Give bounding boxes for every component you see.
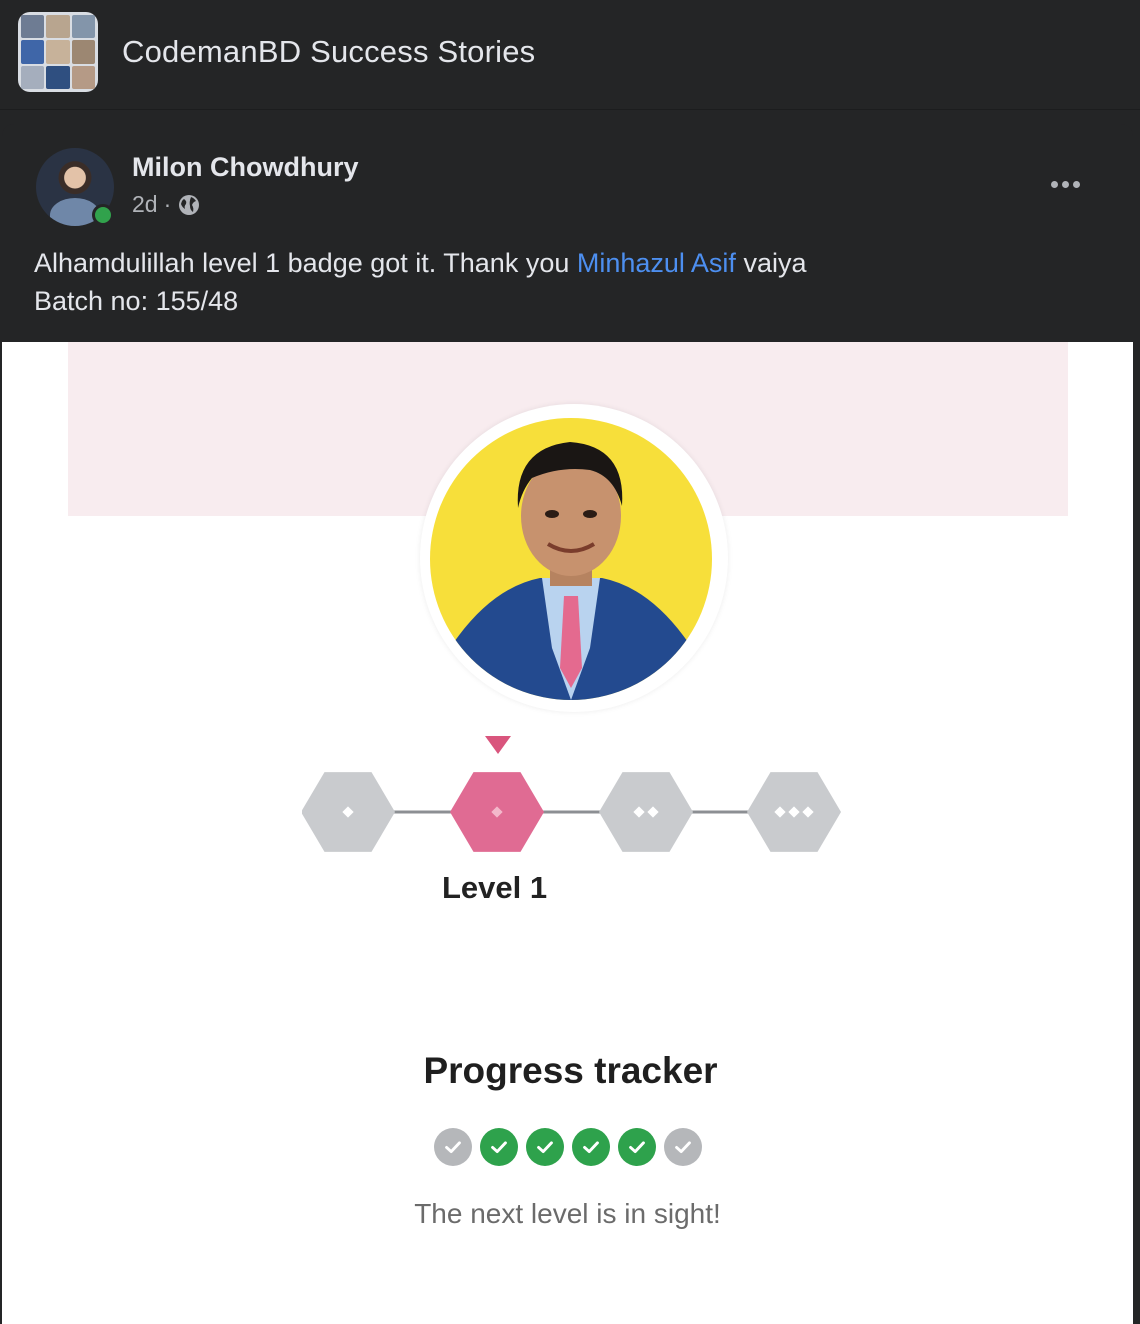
post-text-end: vaiya xyxy=(735,248,807,278)
level-label: Level 1 xyxy=(442,870,548,905)
post-text: Alhamdulillah level 1 badge got it. Than… xyxy=(34,244,806,320)
post-text-start: Alhamdulillah level 1 badge got it. Than… xyxy=(34,248,577,278)
mention-link[interactable]: Minhazul Asif xyxy=(577,248,736,278)
group-header: CodemanBD Success Stories xyxy=(0,0,1140,110)
progress-check-icon xyxy=(572,1128,610,1166)
online-status-icon xyxy=(92,204,114,226)
group-collage-icon[interactable] xyxy=(18,12,98,92)
progress-title: Progress tracker xyxy=(423,1050,718,1091)
progress-caption: The next level is in sight! xyxy=(414,1198,721,1229)
progress-check-icon xyxy=(618,1128,656,1166)
progress-check-icon xyxy=(434,1128,472,1166)
more-options-icon[interactable] xyxy=(1045,166,1085,202)
level-progress-track xyxy=(302,772,841,852)
group-name[interactable]: CodemanBD Success Stories xyxy=(122,34,535,70)
progress-check-icon xyxy=(526,1128,564,1166)
progress-checks xyxy=(434,1128,702,1166)
author-name[interactable]: Milon Chowdhury xyxy=(132,152,358,183)
post-meta: 2d · xyxy=(132,191,201,218)
meta-separator: · xyxy=(163,191,172,217)
progress-check-icon xyxy=(480,1128,518,1166)
level-badge-3 xyxy=(599,772,693,852)
post-text-line2: Batch no: 155/48 xyxy=(34,286,239,316)
globe-icon[interactable] xyxy=(177,193,201,217)
progress-check-icon xyxy=(664,1128,702,1166)
current-level-marker-icon xyxy=(485,736,511,754)
post-card: Milon Chowdhury 2d · Alhamdulillah level… xyxy=(2,124,1133,1324)
post-image[interactable]: Level 1 Progress tracker The next level … xyxy=(2,342,1133,1324)
profile-photo xyxy=(430,418,712,700)
post-timestamp[interactable]: 2d xyxy=(132,191,158,218)
